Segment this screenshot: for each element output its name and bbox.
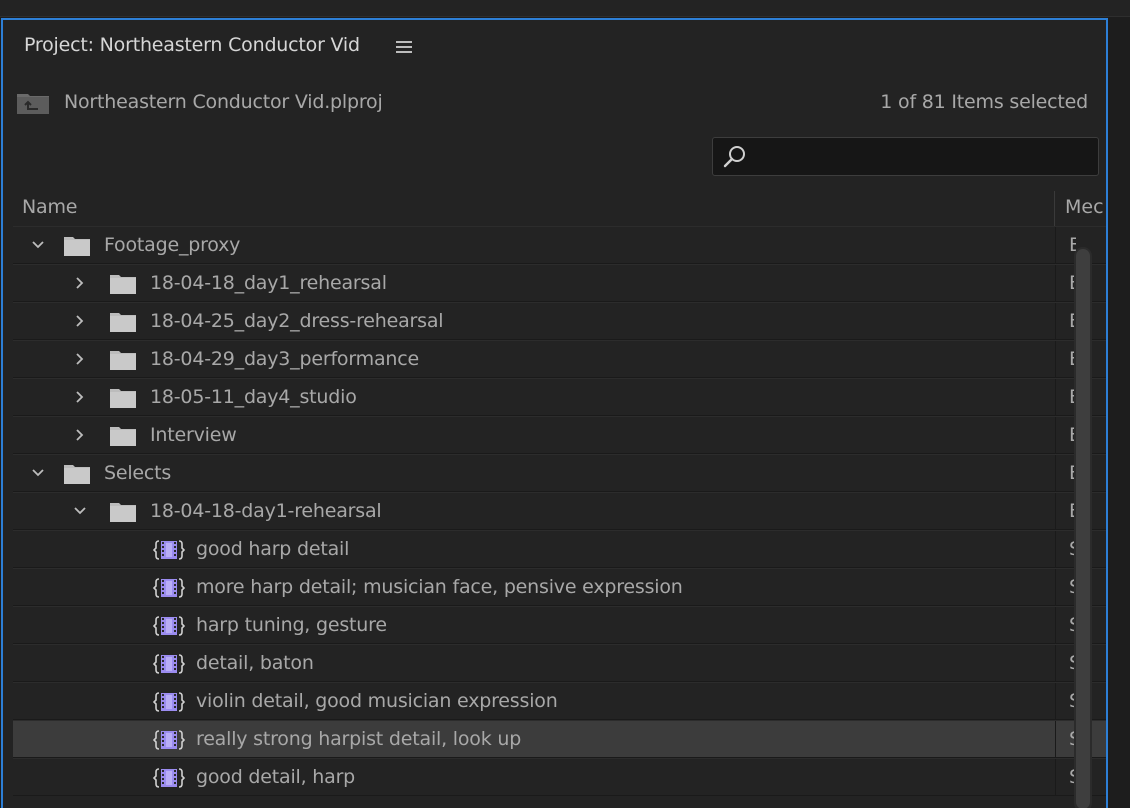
column-header-row: Name Mec (3, 191, 1106, 227)
sequence-icon (153, 654, 185, 674)
sequence-row[interactable]: really strong harpist detail, look upS (13, 720, 1106, 758)
chevron-down-icon[interactable] (31, 238, 45, 252)
chevron-right-icon[interactable] (73, 314, 87, 328)
folder-name: Interview (150, 424, 237, 446)
sequence-row[interactable]: good detail, harpS (13, 758, 1106, 796)
chevron-right-icon[interactable] (73, 428, 87, 442)
folder-row[interactable]: Footage_proxyE (13, 226, 1106, 264)
search-input[interactable] (753, 142, 1087, 172)
folder-name: 18-05-11_day4_studio (150, 386, 357, 408)
folder-row[interactable]: SelectsE (13, 454, 1106, 492)
folder-icon (110, 275, 136, 294)
folder-row[interactable]: 18-04-29_day3_performanceE (13, 340, 1106, 378)
items-selected-count: 1 of 81 Items selected (880, 91, 1088, 113)
sequence-row[interactable]: good harp detailS (13, 530, 1106, 568)
sequence-name: good detail, harp (196, 766, 356, 788)
folder-name: Footage_proxy (104, 234, 241, 256)
sequence-row[interactable]: harp tuning, gestureS (13, 606, 1106, 644)
sequence-icon (153, 540, 185, 560)
top-strip (0, 0, 1130, 17)
sequence-name: detail, baton (196, 652, 314, 674)
folder-row[interactable]: InterviewE (13, 416, 1106, 454)
folder-icon (64, 237, 90, 256)
sequence-row[interactable]: detail, batonS (13, 644, 1106, 682)
chevron-right-icon[interactable] (73, 276, 87, 290)
scrollbar-thumb[interactable] (1076, 249, 1090, 808)
folder-icon (110, 313, 136, 332)
folder-icon (110, 503, 136, 522)
vertical-scrollbar[interactable] (1071, 245, 1095, 808)
panel-title[interactable]: Project: Northeastern Conductor Vid (24, 34, 360, 56)
folder-row[interactable]: 18-04-18_day1_rehearsalE (13, 264, 1106, 302)
folder-name: 18-04-25_day2_dress-rehearsal (150, 310, 444, 332)
column-header-media[interactable]: Mec (1065, 196, 1105, 218)
sequence-name: more harp detail; musician face, pensive… (196, 576, 683, 598)
search-icon (723, 146, 745, 168)
sequence-row[interactable]: more harp detail; musician face, pensive… (13, 568, 1106, 606)
folder-icon (110, 351, 136, 370)
chevron-right-icon[interactable] (73, 390, 87, 404)
column-divider[interactable] (1054, 191, 1055, 227)
sequence-name: harp tuning, gesture (196, 614, 387, 636)
folder-row[interactable]: 18-04-18-day1-rehearsalE (13, 492, 1106, 530)
sequence-name: good harp detail (196, 538, 350, 560)
sequence-icon (153, 616, 185, 636)
folder-name: Selects (104, 462, 172, 484)
project-panel: Project: Northeastern Conductor Vid Nort… (1, 18, 1108, 808)
project-item-list: Footage_proxyE18-04-18_day1_rehearsalE18… (13, 226, 1106, 796)
sequence-name: violin detail, good musician expression (196, 690, 558, 712)
column-header-name[interactable]: Name (22, 196, 77, 218)
folder-name: 18-04-18_day1_rehearsal (150, 272, 387, 294)
chevron-down-icon[interactable] (73, 504, 87, 518)
folder-icon (110, 389, 136, 408)
folder-row[interactable]: 18-05-11_day4_studioE (13, 378, 1106, 416)
chevron-right-icon[interactable] (73, 352, 87, 366)
hamburger-menu-icon[interactable] (396, 41, 412, 54)
sequence-icon (153, 578, 185, 598)
project-info-row: Northeastern Conductor Vid.plproj 1 of 8… (3, 86, 1106, 122)
folder-row[interactable]: 18-04-25_day2_dress-rehearsalE (13, 302, 1106, 340)
project-folder-icon[interactable] (16, 91, 50, 115)
chevron-down-icon[interactable] (31, 466, 45, 480)
folder-name: 18-04-29_day3_performance (150, 348, 419, 370)
project-file-name: Northeastern Conductor Vid.plproj (64, 91, 383, 113)
sequence-icon (153, 768, 185, 788)
sequence-icon (153, 692, 185, 712)
sequence-name: really strong harpist detail, look up (196, 728, 522, 750)
folder-name: 18-04-18-day1-rehearsal (150, 500, 382, 522)
sequence-row[interactable]: violin detail, good musician expressionS (13, 682, 1106, 720)
sequence-icon (153, 730, 185, 750)
folder-icon (64, 465, 90, 484)
search-field[interactable] (712, 137, 1099, 176)
folder-icon (110, 427, 136, 446)
panel-header: Project: Northeastern Conductor Vid (3, 20, 1106, 76)
